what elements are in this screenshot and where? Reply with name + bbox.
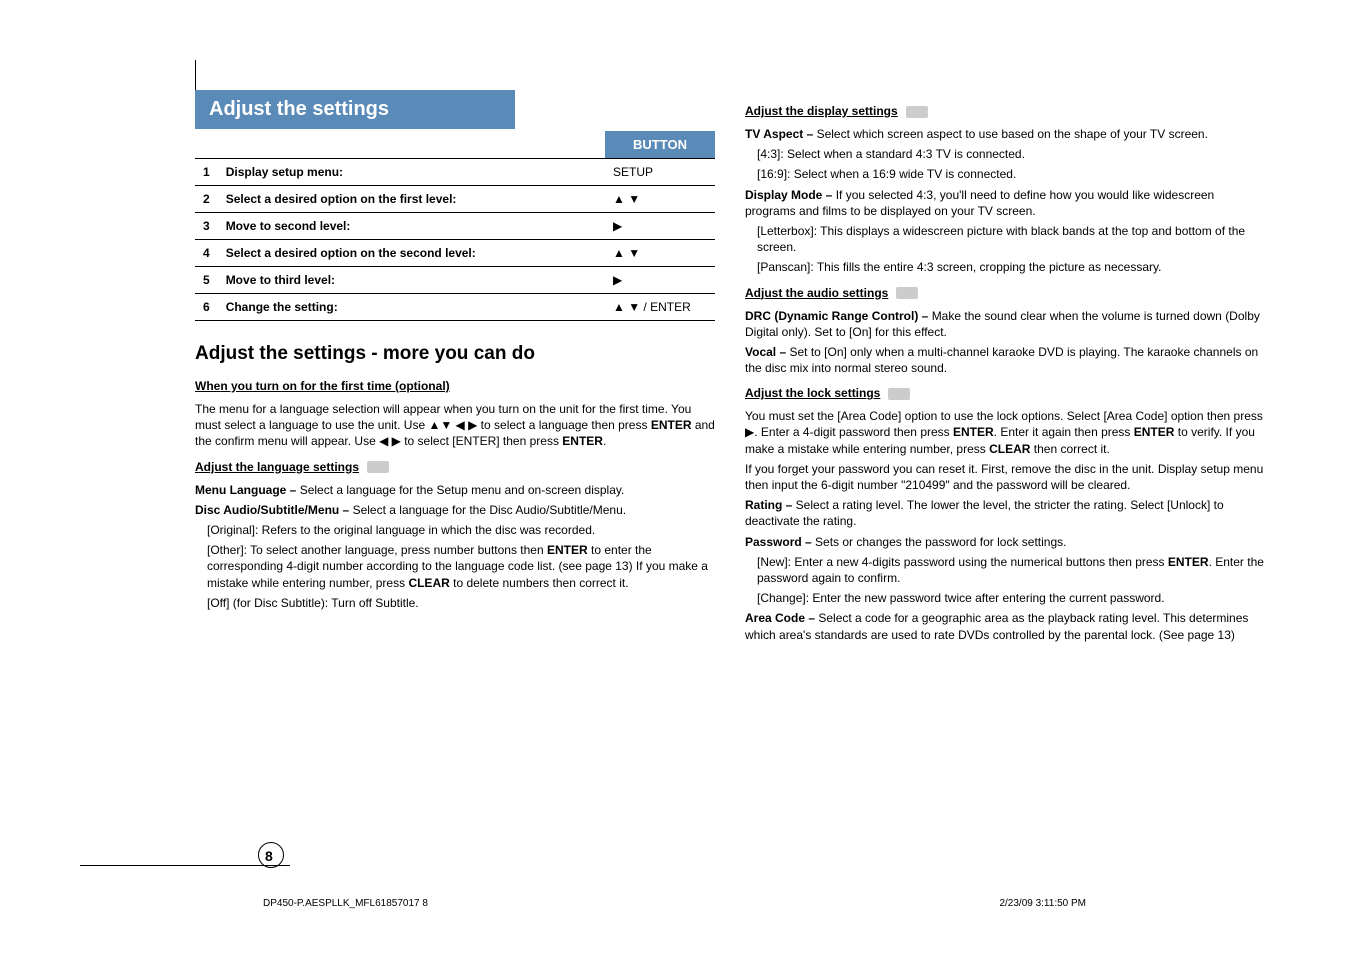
step-button: ▲ ▼: [605, 240, 715, 267]
step-number: 1: [195, 159, 218, 186]
rating-para: Rating – Select a rating level. The lowe…: [745, 497, 1265, 529]
letterbox-option: [Letterbox]: This displays a widescreen …: [757, 223, 1265, 255]
forgot-password-para: If you forget your password you can rese…: [745, 461, 1265, 493]
page-title-band: Adjust the settings: [195, 90, 515, 129]
text: Select a language for the Setup menu and…: [300, 483, 625, 497]
step-number: 5: [195, 267, 218, 294]
label: TV Aspect –: [745, 127, 817, 141]
step-text: Select a desired option on the second le…: [218, 240, 605, 267]
table-row: 5 Move to third level: ▶: [195, 267, 715, 294]
footer-rule: [80, 865, 290, 866]
step-number: 3: [195, 213, 218, 240]
first-time-heading: When you turn on for the first time (opt…: [195, 379, 450, 393]
tv-aspect-para: TV Aspect – Select which screen aspect t…: [745, 126, 1265, 142]
other-option: [Other]: To select another language, pre…: [207, 542, 715, 591]
panscan-option: [Panscan]: This fills the entire 4:3 scr…: [757, 259, 1265, 275]
first-time-paragraph: The menu for a language selection will a…: [195, 401, 715, 450]
label: Menu Language –: [195, 483, 300, 497]
label: DRC (Dynamic Range Control) –: [745, 309, 932, 323]
more-section-title: Adjust the settings - more you can do: [195, 343, 715, 365]
original-option: [Original]: Refers to the original langu…: [207, 522, 715, 538]
enter-key: ENTER: [953, 425, 994, 439]
table-row: 4 Select a desired option on the second …: [195, 240, 715, 267]
label: Password –: [745, 535, 815, 549]
disc-icon: [888, 388, 910, 400]
button-column-header: BUTTON: [605, 131, 715, 159]
disc-icon: [367, 461, 389, 473]
change-password-option: [Change]: Enter the new password twice a…: [757, 590, 1265, 606]
step-button: ▶: [605, 213, 715, 240]
disc-audio-para: Disc Audio/Subtitle/Menu – Select a lang…: [195, 502, 715, 518]
text: to delete numbers then correct it.: [450, 576, 629, 590]
step-button: SETUP: [605, 159, 715, 186]
language-settings-heading: Adjust the language settings: [195, 460, 359, 474]
table-row: 6 Change the setting: ▲ ▼ / ENTER: [195, 294, 715, 321]
text: Sets or changes the password for lock se…: [815, 535, 1066, 549]
enter-key: ENTER: [562, 434, 603, 448]
drc-para: DRC (Dynamic Range Control) – Make the s…: [745, 308, 1265, 340]
disc-icon: [896, 287, 918, 299]
text: [Other]: To select another language, pre…: [207, 543, 547, 557]
new-password-option: [New]: Enter a new 4-digits password usi…: [757, 554, 1265, 586]
text: .: [603, 434, 606, 448]
lock-intro-para: You must set the [Area Code] option to u…: [745, 408, 1265, 457]
steps-table: BUTTON 1 Display setup menu: SETUP 2 Sel…: [195, 131, 715, 321]
text: [New]: Enter a new 4-digits password usi…: [757, 555, 1168, 569]
text: The menu for a language selection will a…: [195, 402, 691, 432]
text: Select a rating level. The lower the lev…: [745, 498, 1224, 528]
display-settings-heading: Adjust the display settings: [745, 104, 898, 118]
page-content: Adjust the settings BUTTON 1 Display set…: [195, 90, 1351, 647]
table-row: 3 Move to second level: ▶: [195, 213, 715, 240]
enter-key: ENTER: [1134, 425, 1175, 439]
text: Set to [On] only when a multi-channel ka…: [745, 345, 1258, 375]
text: then correct it.: [1030, 442, 1109, 456]
table-row: 2 Select a desired option on the first l…: [195, 186, 715, 213]
clear-key: CLEAR: [989, 442, 1030, 456]
step-number: 6: [195, 294, 218, 321]
enter-key: ENTER: [547, 543, 588, 557]
step-button: ▲ ▼ / ENTER: [605, 294, 715, 321]
lock-settings-heading: Adjust the lock settings: [745, 386, 880, 400]
text: . Enter it again then press: [994, 425, 1134, 439]
label: Rating –: [745, 498, 796, 512]
text: Select a language for the Disc Audio/Sub…: [353, 503, 627, 517]
area-code-para: Area Code – Select a code for a geograph…: [745, 610, 1265, 642]
step-number: 4: [195, 240, 218, 267]
step-text: Move to second level:: [218, 213, 605, 240]
disc-icon: [906, 106, 928, 118]
table-blank-header: [195, 131, 605, 159]
menu-language-para: Menu Language – Select a language for th…: [195, 482, 715, 498]
audio-settings-heading: Adjust the audio settings: [745, 286, 888, 300]
enter-key: ENTER: [1168, 555, 1209, 569]
clear-key: CLEAR: [408, 576, 449, 590]
password-para: Password – Sets or changes the password …: [745, 534, 1265, 550]
aspect-43: [4:3]: Select when a standard 4:3 TV is …: [757, 146, 1265, 162]
vocal-para: Vocal – Set to [On] only when a multi-ch…: [745, 344, 1265, 376]
label: Disc Audio/Subtitle/Menu –: [195, 503, 353, 517]
step-text: Move to third level:: [218, 267, 605, 294]
left-column: Adjust the settings BUTTON 1 Display set…: [195, 90, 715, 647]
page-number: 8: [265, 848, 273, 864]
footer-filename: DP450-P.AESPLLK_MFL61857017 8: [263, 898, 428, 909]
text: Select a code for a geographic area as t…: [745, 611, 1248, 641]
step-number: 2: [195, 186, 218, 213]
display-mode-para: Display Mode – If you selected 4:3, you'…: [745, 187, 1265, 219]
label: Vocal –: [745, 345, 789, 359]
off-option: [Off] (for Disc Subtitle): Turn off Subt…: [207, 595, 715, 611]
label: Area Code –: [745, 611, 818, 625]
step-text: Select a desired option on the first lev…: [218, 186, 605, 213]
step-text: Change the setting:: [218, 294, 605, 321]
right-column: Adjust the display settings TV Aspect – …: [745, 90, 1265, 647]
enter-key: ENTER: [651, 418, 692, 432]
step-button: ▲ ▼: [605, 186, 715, 213]
aspect-169: [16:9]: Select when a 16:9 wide TV is co…: [757, 166, 1265, 182]
text: Select which screen aspect to use based …: [817, 127, 1208, 141]
table-row: 1 Display setup menu: SETUP: [195, 159, 715, 186]
label: Display Mode –: [745, 188, 836, 202]
step-text: Display setup menu:: [218, 159, 605, 186]
footer-timestamp: 2/23/09 3:11:50 PM: [999, 898, 1086, 909]
step-button: ▶: [605, 267, 715, 294]
